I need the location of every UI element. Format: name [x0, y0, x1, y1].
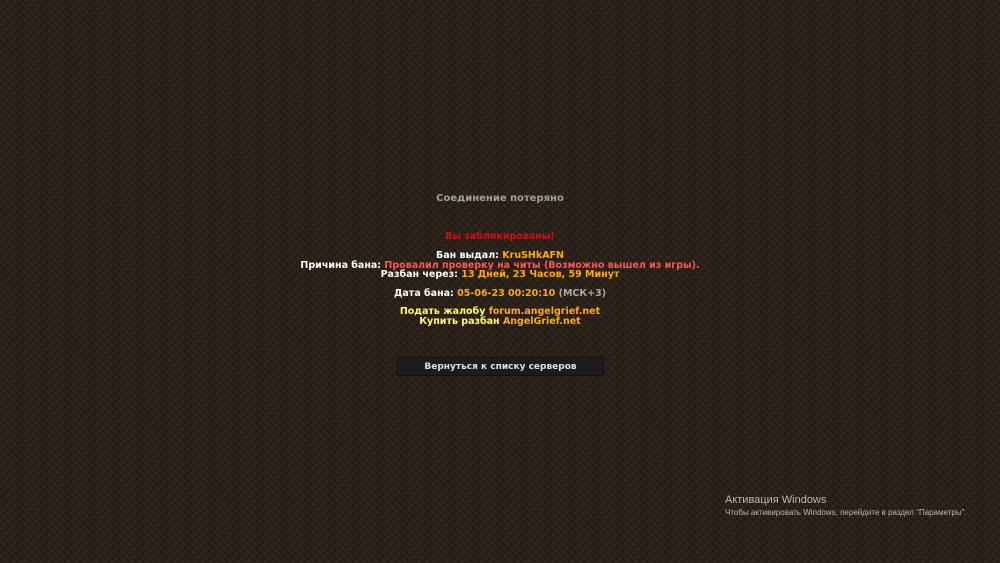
- back-to-server-list-button[interactable]: Вернуться к списку серверов: [397, 357, 604, 376]
- ban-date-timezone: (МСК+3): [555, 288, 607, 299]
- windows-activation-text: Чтобы активировать Windows, перейдите в …: [725, 508, 967, 517]
- buy-unban-line: Купить разбан AngelGrief.net: [0, 317, 1000, 327]
- unban-time-line: Разбан через: 13 Дней, 23 Часов, 59 Мину…: [0, 270, 1000, 280]
- ban-date-value: 05-06-23 00:20:10: [457, 288, 556, 299]
- banned-heading: Вы заблокированы!: [445, 231, 555, 242]
- screen-title: Соединение потеряно: [436, 193, 564, 204]
- windows-activation-title: Активация Windows: [725, 494, 827, 506]
- disconnect-screen: Соединение потеряно Вы заблокированы! Ба…: [0, 0, 1000, 563]
- buy-unban-label: Купить разбан: [419, 316, 503, 327]
- ban-date-line: Дата бана: 05-06-23 00:20:10 (МСК+3): [0, 289, 1000, 299]
- ban-date-label: Дата бана:: [393, 288, 458, 299]
- unban-time-label: Разбан через:: [380, 269, 462, 280]
- buy-unban-link: AngelGrief.net: [502, 316, 581, 327]
- windows-activation-watermark: Активация Windows Чтобы активировать Win…: [725, 494, 967, 518]
- unban-time-value: 13 Дней, 23 Часов, 59 Минут: [461, 269, 620, 280]
